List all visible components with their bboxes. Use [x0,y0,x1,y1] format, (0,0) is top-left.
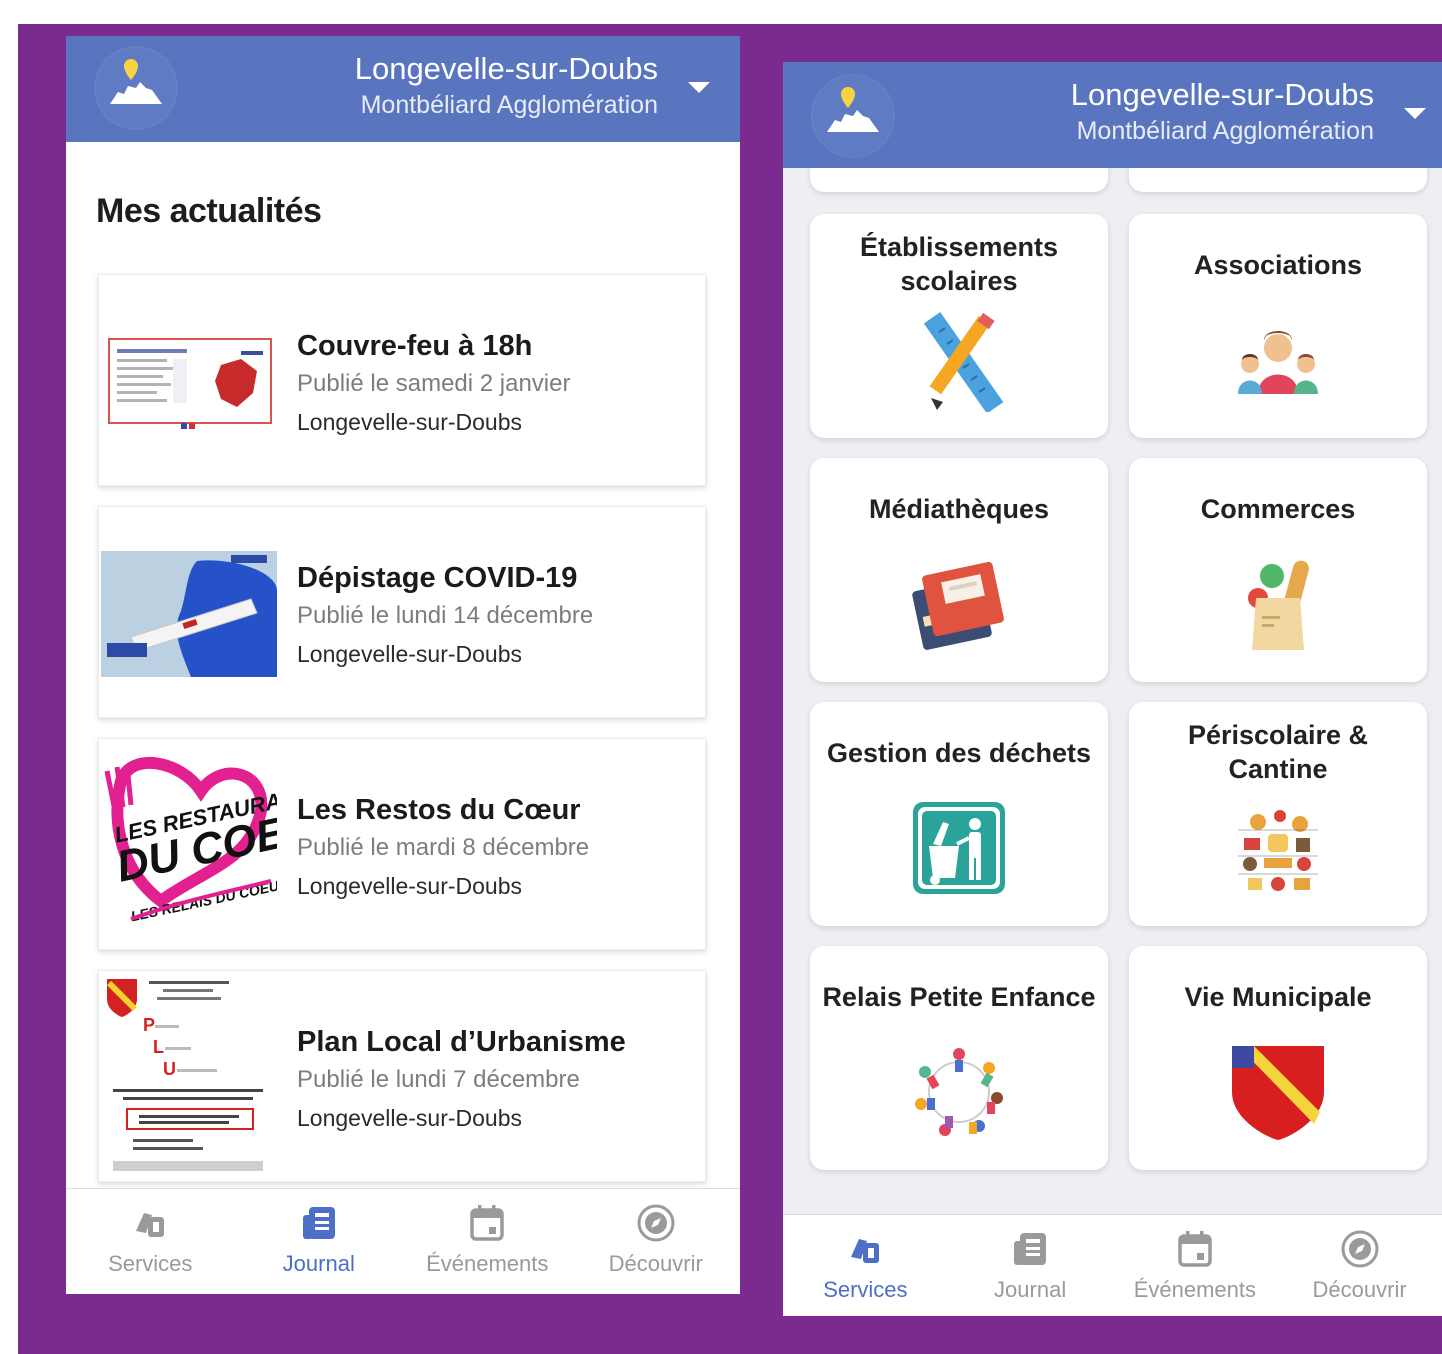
news-place: Longevelle-sur-Doubs [297,641,523,667]
waste-bin-icon [909,798,1009,898]
svg-text:L: L [153,1037,164,1057]
journal-screen: Longevelle-sur-Doubs Montbéliard Agglomé… [66,36,740,1294]
service-tile-etablissements-scolaires[interactable]: Établissements scolaires [810,214,1108,438]
news-date: Publié le mardi 8 décembre [297,834,590,861]
tab-label: Découvrir [1312,1277,1407,1302]
journal-icon [948,1227,1113,1271]
coat-of-arms-icon [1228,1042,1328,1142]
map-pin-landmark-icon[interactable] [96,48,176,128]
tab-decouvrir[interactable]: Découvrir [572,1189,741,1294]
news-text: Plan Local d’Urbanisme Publié le lundi 7… [297,1023,626,1137]
caret-down-icon[interactable] [688,82,710,93]
news-card[interactable]: Dépistage COVID-19 Publié le lundi 14 dé… [98,506,706,718]
city-name: Longevelle-sur-Doubs [354,51,658,86]
news-place: Longevelle-sur-Doubs [297,409,523,435]
svg-text:P: P [143,1015,155,1035]
map-pin-landmark-icon[interactable] [813,76,893,156]
tile-label: Médiathèques [868,494,1050,524]
service-tile-mediatheques[interactable]: Médiathèques [810,458,1108,682]
tile-label: Établissements scolaires [859,232,1059,296]
news-title: Couvre-feu à 18h [297,330,533,362]
covid-test-thumbnail [101,551,277,677]
news-date: Publié le samedi 2 janvier [297,370,571,397]
tab-evenements[interactable]: Événements [1113,1215,1278,1316]
service-tile-periscolaire-cantine[interactable]: Périscolaire & Cantine [1129,702,1427,926]
app-header: Longevelle-sur-Doubs Montbéliard Agglomé… [783,62,1442,168]
news-date: Publié le lundi 14 décembre [297,602,594,629]
tab-label: Événements [1133,1277,1257,1302]
tile-label: Périscolaire & Cantine [1187,720,1369,784]
tab-label: Découvrir [608,1251,703,1276]
news-date: Publié le lundi 7 décembre [297,1066,580,1093]
tile-label: Relais Petite Enfance [822,982,1096,1012]
service-tile-vie-municipale[interactable]: Vie Municipale [1129,946,1427,1170]
agglomeration-name: Montbéliard Agglomération [1076,117,1374,145]
tab-label: Services [823,1277,908,1302]
tab-label: Journal [282,1251,355,1276]
tile-label: Gestion des déchets [826,738,1092,768]
tab-bar: Services Journal Événements Découvrir [66,1188,740,1294]
ruler-pencil-icon [909,312,1009,412]
children-circle-icon [909,1042,1009,1142]
caret-down-icon[interactable] [1404,108,1426,119]
tab-bar: Services Journal Événements Découvrir [783,1214,1442,1316]
services-screen: Longevelle-sur-Doubs Montbéliard Agglomé… [783,62,1442,1316]
tab-label: Services [108,1251,193,1276]
tab-label: Événements [426,1251,549,1276]
news-card[interactable]: P L U Plan Local d’Urbanisme Publié le l… [98,970,706,1182]
news-title: Plan Local d’Urbanisme [297,1026,626,1058]
svg-text:U: U [163,1059,176,1079]
tile-label: Associations [1193,250,1363,280]
services-icon [783,1227,948,1271]
tab-journal[interactable]: Journal [235,1189,404,1294]
news-text: Couvre-feu à 18h Publié le samedi 2 janv… [297,327,570,441]
tab-journal[interactable]: Journal [948,1215,1113,1316]
calendar-icon [1113,1227,1278,1271]
service-tile-relais-petite-enfance[interactable]: Relais Petite Enfance [810,946,1108,1170]
header-titles[interactable]: Longevelle-sur-Doubs Montbéliard Agglomé… [1071,76,1374,148]
news-card[interactable]: Couvre-feu à 18h Publié le samedi 2 janv… [98,274,706,486]
compass-icon [1277,1227,1442,1271]
calendar-icon [403,1201,572,1245]
people-group-icon [1228,318,1328,418]
city-name: Longevelle-sur-Doubs [1070,77,1374,112]
service-tile-associations[interactable]: Associations [1129,214,1427,438]
urban-plan-document-thumbnail: P L U [103,975,273,1179]
news-text: Les Restos du Cœur Publié le mardi 8 déc… [297,791,589,905]
news-card[interactable]: LES RESTAURANTS DU COEUR LES RELAIS DU C… [98,738,706,950]
service-tile-gestion-des-dechets[interactable]: Gestion des déchets [810,702,1108,926]
agglomeration-name: Montbéliard Agglomération [360,91,658,119]
tab-evenements[interactable]: Événements [403,1189,572,1294]
compass-icon [572,1201,741,1245]
tab-decouvrir[interactable]: Découvrir [1277,1215,1442,1316]
tile-label: Commerces [1200,494,1356,524]
tab-label: Journal [994,1277,1067,1302]
news-text: Dépistage COVID-19 Publié le lundi 14 dé… [297,559,593,673]
tab-services[interactable]: Services [66,1189,235,1294]
tab-services[interactable]: Services [783,1215,948,1316]
news-place: Longevelle-sur-Doubs [297,1105,523,1131]
news-place: Longevelle-sur-Doubs [297,873,523,899]
news-title: Les Restos du Cœur [297,794,581,826]
tile-label: Vie Municipale [1184,982,1372,1012]
news-title: Dépistage COVID-19 [297,562,578,594]
curfew-document-thumbnail [101,315,277,441]
page-title: Mes actualités [96,192,322,230]
header-titles[interactable]: Longevelle-sur-Doubs Montbéliard Agglomé… [355,50,658,122]
books-icon [909,554,1009,654]
app-header: Longevelle-sur-Doubs Montbéliard Agglomé… [66,36,740,142]
service-tile-commerces[interactable]: Commerces [1129,458,1427,682]
food-icon [1228,800,1328,900]
grocery-bag-icon [1228,554,1328,654]
journal-icon [235,1201,404,1245]
restos-du-coeur-logo: LES RESTAURANTS DU COEUR LES RELAIS DU C… [101,751,277,931]
services-icon [66,1201,235,1245]
